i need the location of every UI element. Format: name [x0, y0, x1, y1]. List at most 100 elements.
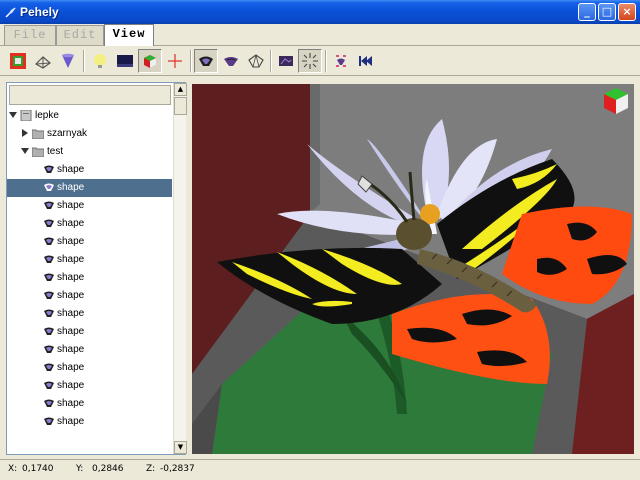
wireframe-button[interactable]	[31, 49, 55, 73]
tab-edit[interactable]: Edit	[56, 25, 104, 45]
minimize-button[interactable]: _	[578, 3, 596, 21]
shape-icon	[44, 291, 54, 299]
tree-item-label: test	[47, 146, 64, 157]
light-bulb-icon	[94, 54, 106, 68]
scroll-down-button[interactable]: ▼	[174, 441, 187, 454]
shape-icon	[44, 363, 54, 371]
tree-item-test[interactable]: test	[7, 143, 172, 161]
tree-item-label: shape	[57, 416, 85, 427]
y-coordinate-label: Y:	[76, 464, 84, 474]
3d-viewport[interactable]	[192, 84, 634, 454]
menu-bar: File Edit View	[0, 24, 640, 46]
tree-item-shape[interactable]: shape	[7, 179, 172, 197]
maximize-button[interactable]: □	[598, 3, 616, 21]
light-bulb-button[interactable]	[88, 49, 112, 73]
frame-select-button[interactable]	[6, 49, 30, 73]
tree-item-szarnyak[interactable]: szarnyak	[7, 125, 172, 143]
scene-tree[interactable]: lepke szarnyak test shape shape shape shape…	[7, 107, 172, 454]
tree-item-shape[interactable]: shape	[7, 215, 172, 233]
render-lines-icon	[248, 54, 264, 68]
document-icon	[20, 110, 32, 121]
focus-icon	[336, 55, 346, 67]
shape-icon	[44, 327, 54, 335]
z-coordinate-value: -0,2837	[160, 464, 195, 474]
cone-icon	[62, 53, 74, 68]
close-button[interactable]: ×	[618, 3, 636, 21]
shape-icon	[44, 183, 54, 191]
focus-button[interactable]	[329, 49, 353, 73]
tree-scrollbar[interactable]: ▲ ▼	[173, 83, 187, 454]
collapsed-arrow-icon	[22, 129, 28, 137]
tree-item-label: szarnyak	[47, 128, 88, 139]
scroll-up-button[interactable]: ▲	[174, 83, 187, 96]
tree-item-shape[interactable]: shape	[7, 287, 172, 305]
shaded-cube-icon	[144, 55, 156, 68]
scroll-thumb[interactable]	[174, 97, 187, 115]
tree-item-label: shape	[57, 200, 85, 211]
shape-icon	[44, 309, 54, 317]
render-solid-button[interactable]	[194, 49, 218, 73]
render-solid-icon	[199, 56, 213, 66]
shape-icon	[44, 237, 54, 245]
tree-item-label: shape	[57, 290, 85, 301]
texture-icon	[279, 56, 293, 66]
tree-item-label: shape	[57, 308, 85, 319]
tree-item-label: shape	[57, 182, 85, 193]
title-bar[interactable]: Pehely _ □ ×	[0, 0, 640, 24]
z-coordinate-label: Z:	[146, 464, 156, 474]
cone-button[interactable]	[56, 49, 80, 73]
folder-icon	[32, 129, 44, 139]
render-lines-button[interactable]	[244, 49, 268, 73]
explode-button[interactable]	[298, 49, 322, 73]
shape-icon	[44, 165, 54, 173]
tree-item-shape[interactable]: shape	[7, 395, 172, 413]
tree-item-shape[interactable]: shape	[7, 359, 172, 377]
rewind-button[interactable]	[353, 49, 377, 73]
tree-item-label: shape	[57, 164, 85, 175]
scene-tree-panel: lepke szarnyak test shape shape shape shape…	[6, 82, 187, 455]
x-coordinate-label: X:	[8, 464, 18, 474]
x-coordinate-value: 0,1740	[22, 464, 54, 474]
tree-item-shape[interactable]: shape	[7, 197, 172, 215]
background-button[interactable]	[113, 49, 137, 73]
tree-item-label: shape	[57, 236, 85, 247]
wireframe-icon	[35, 56, 51, 69]
tree-item-shape[interactable]: shape	[7, 251, 172, 269]
expanded-arrow-icon	[9, 112, 17, 118]
rewind-icon	[359, 56, 372, 66]
tree-item-shape[interactable]: shape	[7, 323, 172, 341]
tree-item-label: lepke	[35, 110, 59, 121]
tree-item-shape[interactable]: shape	[7, 233, 172, 251]
tree-item-label: shape	[57, 218, 85, 229]
tree-item-shape[interactable]: shape	[7, 341, 172, 359]
tree-item-label: shape	[57, 362, 85, 373]
tab-file[interactable]: File	[4, 25, 56, 45]
shape-icon	[44, 381, 54, 389]
app-window: Pehely _ □ × File Edit View lepke szarny…	[0, 0, 640, 480]
tree-item-label: shape	[57, 254, 85, 265]
frame-select-icon	[10, 53, 26, 69]
tree-item-shape[interactable]: shape	[7, 377, 172, 395]
tree-item-shape[interactable]: shape	[7, 161, 172, 179]
window-title: Pehely	[20, 5, 59, 19]
shaded-cube-button[interactable]	[138, 49, 162, 73]
axis-cross-icon	[168, 54, 182, 68]
shape-icon	[44, 417, 54, 425]
tree-item-shape[interactable]: shape	[7, 413, 172, 431]
texture-button[interactable]	[274, 49, 298, 73]
tree-item-label: shape	[57, 326, 85, 337]
render-flat-icon	[224, 57, 238, 66]
tree-header	[9, 85, 171, 105]
tree-item-lepke[interactable]: lepke	[7, 107, 172, 125]
expanded-arrow-icon	[21, 148, 29, 154]
shape-icon	[44, 345, 54, 353]
tab-view[interactable]: View	[104, 24, 154, 46]
tree-item-label: shape	[57, 344, 85, 355]
shape-icon	[44, 201, 54, 209]
axis-cross-button[interactable]	[163, 49, 187, 73]
tree-item-shape[interactable]: shape	[7, 305, 172, 323]
tree-item-label: shape	[57, 380, 85, 391]
tree-item-shape[interactable]: shape	[7, 269, 172, 287]
render-flat-button[interactable]	[219, 49, 243, 73]
shape-icon	[44, 399, 54, 407]
